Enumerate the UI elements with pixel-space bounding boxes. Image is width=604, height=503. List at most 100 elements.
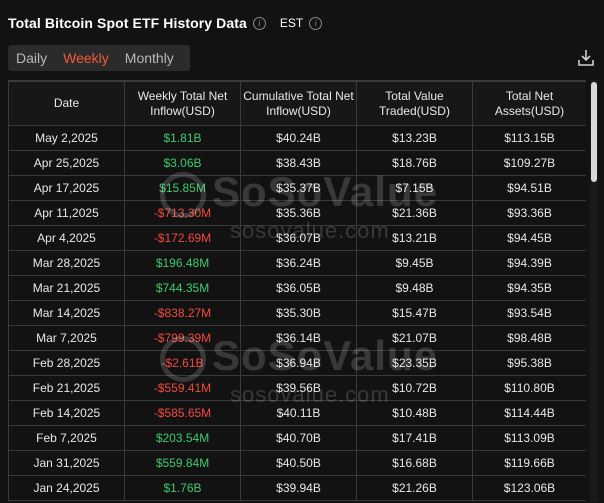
cell-total-value-traded: $15.47B <box>356 300 473 326</box>
cell-weekly-net-inflow: $559.84M <box>124 450 241 476</box>
period-tabs: Daily Weekly Monthly <box>8 45 190 71</box>
tab-weekly[interactable]: Weekly <box>55 45 117 71</box>
cell-cumulative-net-inflow: $40.24B <box>240 125 357 151</box>
cell-cumulative-net-inflow: $36.94B <box>240 350 357 376</box>
cell-weekly-net-inflow: $744.35M <box>124 275 241 301</box>
cell-date: May 2,2025 <box>8 125 125 151</box>
cell-date: Mar 28,2025 <box>8 250 125 276</box>
cell-total-value-traded: $17.41B <box>356 425 473 451</box>
cell-total-net-assets: $113.09B <box>472 425 586 451</box>
cell-total-net-assets: $94.35B <box>472 275 586 301</box>
cell-cumulative-net-inflow: $36.07B <box>240 225 357 251</box>
cell-weekly-net-inflow: -$172.69M <box>124 225 241 251</box>
cell-weekly-net-inflow: -$713.30M <box>124 200 241 226</box>
cell-cumulative-net-inflow: $40.50B <box>240 450 357 476</box>
cell-total-net-assets: $110.80B <box>472 375 586 401</box>
cell-weekly-net-inflow: -$799.39M <box>124 325 241 351</box>
cell-weekly-net-inflow: -$559.41M <box>124 375 241 401</box>
cell-total-value-traded: $10.72B <box>356 375 473 401</box>
cell-weekly-net-inflow: $15.85M <box>124 175 241 201</box>
column-header-cumulative-net-inflow[interactable]: Cumulative Total Net Inflow(USD) <box>240 81 357 126</box>
cell-cumulative-net-inflow: $35.36B <box>240 200 357 226</box>
cell-total-value-traded: $21.36B <box>356 200 473 226</box>
cell-cumulative-net-inflow: $35.30B <box>240 300 357 326</box>
cell-weekly-net-inflow: $1.81B <box>124 125 241 151</box>
cell-total-net-assets: $119.66B <box>472 450 586 476</box>
timezone-label: EST <box>279 16 304 30</box>
cell-date: Jan 31,2025 <box>8 450 125 476</box>
page-title: Total Bitcoin Spot ETF History Data <box>8 15 247 31</box>
cell-total-value-traded: $7.15B <box>356 175 473 201</box>
table-row[interactable]: Mar 14,2025 -$838.27M $35.30B $15.47B $93.54… <box>8 300 586 326</box>
cell-total-net-assets: $95.38B <box>472 350 586 376</box>
cell-total-net-assets: $94.45B <box>472 225 586 251</box>
column-header-weekly-net-inflow[interactable]: Weekly Total Net Inflow(USD) <box>124 81 241 126</box>
column-header-date[interactable]: Date <box>8 81 125 126</box>
cell-total-net-assets: $93.36B <box>472 200 586 226</box>
cell-total-net-assets: $113.15B <box>472 125 586 151</box>
timezone-info-icon[interactable]: i <box>309 16 323 30</box>
cell-total-value-traded: $9.45B <box>356 250 473 276</box>
table-row[interactable]: Apr 25,2025 $3.06B $38.43B $18.76B $109.27B <box>8 150 586 176</box>
table-row[interactable]: Feb 21,2025 -$559.41M $39.56B $10.72B $110.8… <box>8 375 586 401</box>
cell-cumulative-net-inflow: $39.56B <box>240 375 357 401</box>
cell-date: Mar 21,2025 <box>8 275 125 301</box>
cell-cumulative-net-inflow: $40.11B <box>240 400 357 426</box>
table-row[interactable]: Apr 11,2025 -$713.30M $35.36B $21.36B $93.36… <box>8 200 586 226</box>
cell-cumulative-net-inflow: $40.70B <box>240 425 357 451</box>
cell-total-value-traded: $13.23B <box>356 125 473 151</box>
cell-weekly-net-inflow: -$585.65M <box>124 400 241 426</box>
scrollbar-thumb[interactable] <box>591 82 597 182</box>
cell-date: Apr 11,2025 <box>8 200 125 226</box>
cell-total-value-traded: $10.48B <box>356 400 473 426</box>
cell-total-net-assets: $94.39B <box>472 250 586 276</box>
cell-weekly-net-inflow: -$2.61B <box>124 350 241 376</box>
cell-weekly-net-inflow: -$838.27M <box>124 300 241 326</box>
cell-date: Mar 14,2025 <box>8 300 125 326</box>
table-row[interactable]: Apr 17,2025 $15.85M $35.37B $7.15B $94.51B <box>8 175 586 201</box>
cell-total-value-traded: $23.35B <box>356 350 473 376</box>
cell-cumulative-net-inflow: $39.94B <box>240 475 357 501</box>
cell-total-net-assets: $98.48B <box>472 325 586 351</box>
cell-date: Apr 25,2025 <box>8 150 125 176</box>
table-row[interactable]: Feb 14,2025 -$585.65M $40.11B $10.48B $114.4… <box>8 400 586 426</box>
table-row[interactable]: Feb 7,2025 $203.54M $40.70B $17.41B $113.09B <box>8 425 586 451</box>
info-icon[interactable]: i <box>252 16 266 30</box>
table-row[interactable]: Apr 4,2025 -$172.69M $36.07B $13.21B $94.45B <box>8 225 586 251</box>
table-header-row: Date Weekly Total Net Inflow(USD) Cumula… <box>8 81 586 126</box>
table-row[interactable]: Mar 7,2025 -$799.39M $36.14B $21.07B $98.48B <box>8 325 586 351</box>
cell-date: Apr 4,2025 <box>8 225 125 251</box>
cell-total-net-assets: $114.44B <box>472 400 586 426</box>
column-header-total-value-traded[interactable]: Total Value Traded(USD) <box>356 81 473 126</box>
table-row[interactable]: Feb 28,2025 -$2.61B $36.94B $23.35B $95.38B <box>8 350 586 376</box>
cell-cumulative-net-inflow: $38.43B <box>240 150 357 176</box>
table-row[interactable]: Jan 31,2025 $559.84M $40.50B $16.68B $119.66… <box>8 450 586 476</box>
column-header-total-net-assets[interactable]: Total Net Assets(USD) <box>472 81 586 126</box>
cell-date: Feb 14,2025 <box>8 400 125 426</box>
tab-daily[interactable]: Daily <box>8 45 55 71</box>
table-row[interactable]: Jan 24,2025 $1.76B $39.94B $21.26B $123.06B <box>8 475 586 501</box>
cell-total-net-assets: $109.27B <box>472 150 586 176</box>
cell-total-value-traded: $16.68B <box>356 450 473 476</box>
table-row[interactable]: Mar 21,2025 $744.35M $36.05B $9.48B $94.35B <box>8 275 586 301</box>
cell-total-value-traded: $18.76B <box>356 150 473 176</box>
cell-total-net-assets: $123.06B <box>472 475 586 501</box>
cell-weekly-net-inflow: $196.48M <box>124 250 241 276</box>
cell-cumulative-net-inflow: $36.14B <box>240 325 357 351</box>
cell-total-value-traded: $13.21B <box>356 225 473 251</box>
cell-date: Feb 21,2025 <box>8 375 125 401</box>
tab-monthly[interactable]: Monthly <box>117 45 182 71</box>
cell-date: Feb 7,2025 <box>8 425 125 451</box>
cell-cumulative-net-inflow: $35.37B <box>240 175 357 201</box>
cell-date: Jan 24,2025 <box>8 475 125 501</box>
cell-total-net-assets: $93.54B <box>472 300 586 326</box>
cell-weekly-net-inflow: $1.76B <box>124 475 241 501</box>
cell-cumulative-net-inflow: $36.05B <box>240 275 357 301</box>
table-row[interactable]: May 2,2025 $1.81B $40.24B $13.23B $113.15B <box>8 125 586 151</box>
table-row[interactable]: Mar 28,2025 $196.48M $36.24B $9.45B $94.39B <box>8 250 586 276</box>
cell-total-net-assets: $94.51B <box>472 175 586 201</box>
cell-weekly-net-inflow: $3.06B <box>124 150 241 176</box>
download-icon[interactable] <box>576 48 596 68</box>
cell-total-value-traded: $21.07B <box>356 325 473 351</box>
cell-date: Feb 28,2025 <box>8 350 125 376</box>
